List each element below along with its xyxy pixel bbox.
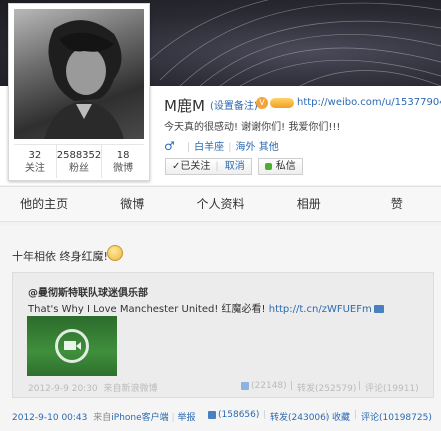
divider: | [228,142,232,153]
post-time[interactable]: 2012-9-10 00:43 [12,413,87,423]
post-like-button[interactable]: (158656) [208,410,259,420]
tab-likes[interactable]: 赞 [353,187,441,221]
comment-link[interactable]: 评论(10198725) [361,410,432,423]
repost-like-button[interactable]: (22148) [241,381,287,391]
stat-label: 微博 [113,163,134,174]
tab-profile-info[interactable]: 个人资料 [176,187,264,221]
avatar-card: 32 关注 2588352 粉丝 18 微博 [8,3,150,181]
profile-signature: 今天真的很感动! 谢谢你们! 我爱你们!!! [164,122,341,133]
profile-header: 32 关注 2588352 粉丝 18 微博 M鹿M (设置备注) V http… [0,0,441,185]
camera-lens-icon [76,342,81,350]
divider: | [186,142,191,153]
divider: | [325,410,329,420]
thumbs-up-icon [241,381,249,390]
follow-status-button[interactable]: ✓已关注 | 取消 [165,158,252,175]
smiley-emoji-icon [107,245,123,261]
profile-actions: ✓已关注 | 取消 私信 [165,158,303,175]
stat-posts[interactable]: 18 微博 [102,145,144,178]
avatar-image [44,20,124,139]
male-gender-icon: ♂ [164,139,175,153]
stat-label: 粉丝 [69,163,89,174]
thumbs-up-icon [208,410,216,419]
stat-value: 32 [28,150,42,161]
stat-label: 关注 [24,163,45,174]
post-source-link[interactable]: iPhone客户端 [111,413,168,423]
private-message-button[interactable]: 私信 [257,158,303,175]
level-badge-icon[interactable] [270,98,294,108]
repost-forward-link[interactable]: 转发(252579) [297,381,356,394]
repost-comment-link[interactable]: 评论(19911) [365,381,419,394]
tab-weibo[interactable]: 微博 [88,187,176,221]
tab-album[interactable]: 相册 [265,187,353,221]
video-thumbnail[interactable] [27,316,117,376]
message-icon [264,163,272,170]
repost-author-link[interactable]: @曼彻斯特联队球迷俱乐部 [28,284,148,299]
repost-time[interactable]: 2012-9-9 20:30 [28,384,98,394]
repost-source-link[interactable]: 新浪微博 [122,384,158,394]
divider: | [215,161,219,172]
vip-badge-icon[interactable]: V [256,97,268,109]
set-remark-link[interactable]: (设置备注) [210,97,258,112]
location-link[interactable]: 海外 其他 [236,142,279,153]
post-text: 十年相依 终身红魔! [12,250,108,263]
avatar[interactable] [14,9,144,139]
followed-label: ✓已关注 [172,161,211,172]
repost-text: That's Why I Love Manchester United! 红魔必… [28,300,384,315]
tab-home[interactable]: 他的主页 [0,187,88,221]
camera-icon [64,341,76,350]
source-prefix: 来自 [93,413,112,423]
divider: | [358,381,362,391]
divider: | [290,381,294,391]
video-link-icon[interactable] [373,305,384,313]
profile-nav: 他的主页 微博 个人资料 相册 赞 [0,186,441,222]
user-name: M鹿M [164,97,205,115]
forward-link[interactable]: 转发(243006) [270,410,329,423]
stat-following[interactable]: 32 关注 [14,145,57,178]
unfollow-link[interactable]: 取消 [225,159,245,174]
post-footer: 2012-9-10 00:43 来自iPhone客户端 | 举报 (158656… [12,410,434,423]
source-prefix: 来自 [103,384,122,394]
like-count: (158656) [218,410,260,420]
stat-value: 18 [116,150,130,161]
divider: | [171,413,175,423]
short-link[interactable]: http://t.cn/zWFUEFm [269,304,372,315]
private-message-label: 私信 [275,161,296,172]
like-count: (22148) [251,381,287,391]
blog-url-link[interactable]: http://weibo.com/u/1537790411 [297,97,441,108]
stat-followers[interactable]: 2588352 粉丝 [57,145,103,178]
favorite-link[interactable]: 收藏 [332,410,350,423]
zodiac-link[interactable]: 白羊座 [194,142,224,153]
divider: | [354,410,358,420]
report-link[interactable]: 举报 [177,413,195,423]
profile-stats: 32 关注 2588352 粉丝 18 微博 [14,144,144,178]
divider: | [263,410,267,420]
repost-footer: 2012-9-9 20:30 来自新浪微博 (22148) | 转发(25257… [28,381,428,394]
profile-meta: ♂ | 白羊座 | 海外 其他 [164,138,279,153]
stat-value: 2588352 [56,150,102,161]
repost-body: That's Why I Love Manchester United! 红魔必… [28,304,266,315]
